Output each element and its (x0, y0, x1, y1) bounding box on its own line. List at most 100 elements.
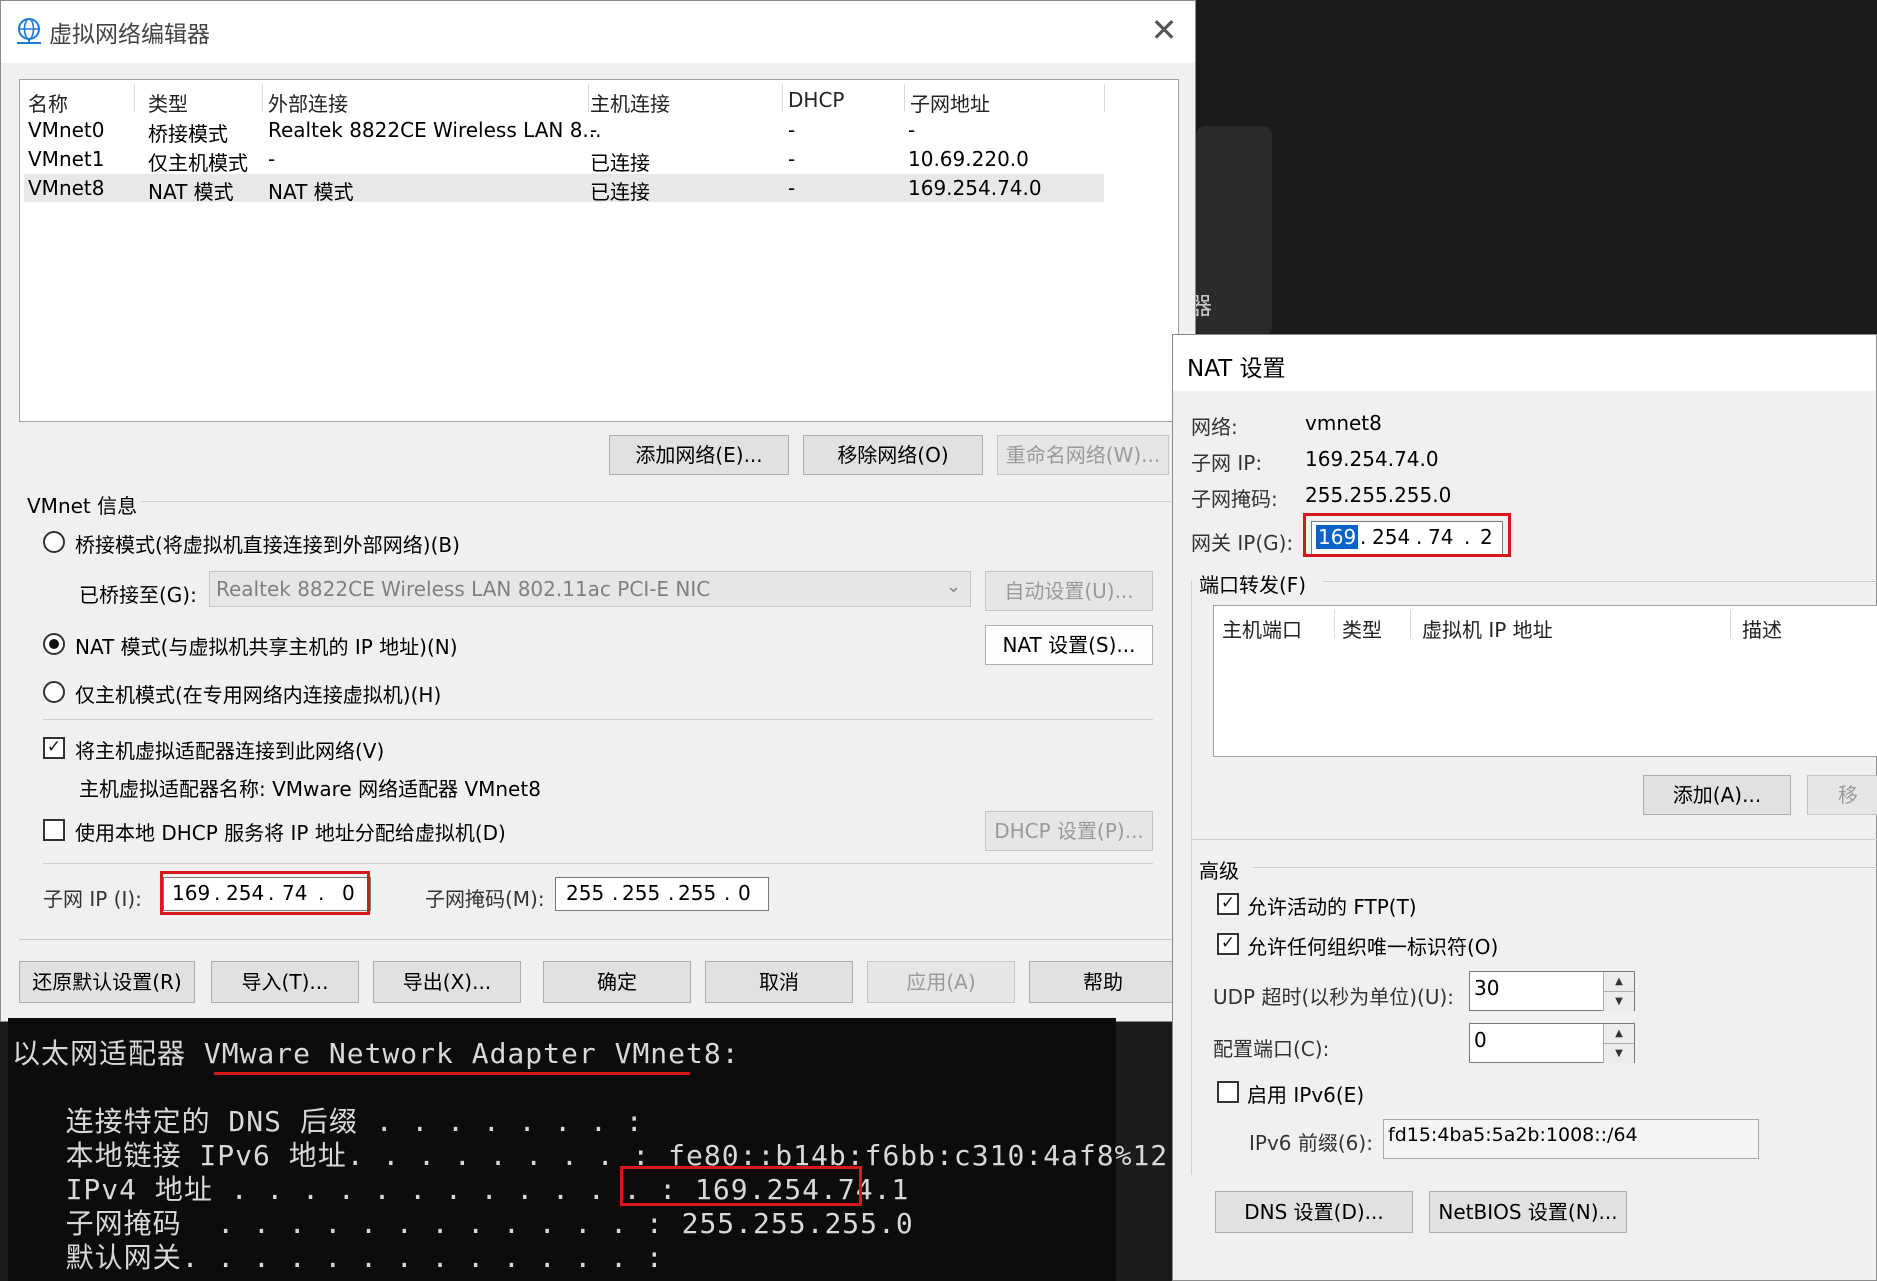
globe-icon (17, 18, 41, 44)
table-cell[interactable]: 桥接模式 (148, 118, 228, 147)
spin-up-icon[interactable]: ▲ (1603, 972, 1634, 991)
column-divider (1334, 610, 1335, 638)
table-cell[interactable]: VMnet8 (28, 176, 104, 200)
bridged-to-value: Realtek 8822CE Wireless LAN 802.11ac PCI… (216, 577, 711, 601)
remove-network-button[interactable]: 移除网络(O) (803, 435, 983, 475)
port-forwarding-list[interactable]: 主机端口 类型 虚拟机 IP 地址 描述 (1213, 605, 1877, 757)
group-divider (141, 501, 1171, 502)
column-divider (262, 84, 263, 112)
rename-network-button[interactable]: 重命名网络(W)... (997, 435, 1169, 475)
allow-oui-checkbox[interactable]: ✓ (1217, 933, 1239, 955)
adapter-name-text: 主机虚拟适配器名称: VMware 网络适配器 VMnet8 (79, 777, 541, 801)
config-port-input[interactable]: 0 ▲ ▼ (1469, 1023, 1635, 1063)
cancel-button[interactable]: 取消 (705, 961, 853, 1003)
spin-down-icon[interactable]: ▼ (1603, 1043, 1634, 1063)
table-cell[interactable]: 仅主机模式 (148, 147, 248, 176)
allow-ftp-checkbox[interactable]: ✓ (1217, 893, 1239, 915)
auto-settings-button[interactable]: 自动设置(U)... (985, 571, 1153, 611)
vmnet-info-heading: VMnet 信息 (27, 494, 138, 518)
gateway-ip-label: 网关 IP(G): (1191, 531, 1294, 555)
table-cell[interactable]: 169.254.74.0 (908, 176, 1042, 200)
column-header-type[interactable]: 类型 (1342, 614, 1382, 643)
nat-settings-button[interactable]: NAT 设置(S)... (985, 625, 1153, 665)
table-cell[interactable]: 已连接 (590, 176, 650, 205)
column-header-vm-ip[interactable]: 虚拟机 IP 地址 (1422, 614, 1553, 643)
table-cell[interactable]: 已连接 (590, 147, 650, 176)
table-cell[interactable]: Realtek 8822CE Wireless LAN 8... (268, 118, 602, 142)
restore-defaults-button[interactable]: 还原默认设置(R) (19, 961, 195, 1003)
column-header-name[interactable]: 名称 (28, 88, 68, 117)
bridge-mode-radio[interactable] (43, 531, 65, 553)
column-header-external[interactable]: 外部连接 (268, 88, 348, 117)
subnet-mask-input[interactable]: 255 . 255 . 255 . 0 (555, 877, 769, 911)
udp-timeout-input[interactable]: 30 ▲ ▼ (1469, 971, 1635, 1011)
subnet-ip-label: 子网 IP (I): (43, 887, 142, 911)
ipv6-prefix-value: fd15:4ba5:5a2b:1008::/64 (1388, 1124, 1638, 1146)
netbios-settings-button[interactable]: NetBIOS 设置(N)... (1429, 1191, 1627, 1233)
chevron-down-icon: ⌄ (946, 576, 962, 597)
nat-mode-label[interactable]: NAT 模式(与虚拟机共享主机的 IP 地址)(N) (75, 631, 458, 660)
table-cell[interactable]: NAT 模式 (148, 176, 234, 205)
remove-port-button[interactable]: 移除 (1807, 775, 1877, 815)
table-cell[interactable]: VMnet1 (28, 147, 104, 171)
add-network-button[interactable]: 添加网络(E)... (609, 435, 789, 475)
bridged-to-select[interactable]: Realtek 8822CE Wireless LAN 802.11ac PCI… (209, 571, 971, 607)
column-divider (904, 84, 905, 112)
network-value: vmnet8 (1305, 411, 1382, 435)
radio-selected-dot (49, 639, 59, 649)
subnet-mask-value: 255.255.255.0 (1305, 483, 1452, 507)
column-header-dhcp[interactable]: DHCP (788, 88, 844, 112)
table-cell[interactable]: - (788, 176, 795, 200)
subnet-ip-label: 子网 IP: (1191, 451, 1263, 475)
add-port-button[interactable]: 添加(A)... (1643, 775, 1791, 815)
ip-octet: 255 (622, 881, 661, 905)
group-divider (1253, 867, 1877, 868)
connect-adapter-checkbox[interactable]: ✓ (43, 737, 65, 759)
dhcp-settings-button[interactable]: DHCP 设置(P)... (985, 811, 1153, 851)
table-cell[interactable]: - (268, 147, 275, 171)
ipv6-prefix-input[interactable]: fd15:4ba5:5a2b:1008::/64 (1383, 1119, 1759, 1159)
allow-ftp-label[interactable]: 允许活动的 FTP(T) (1247, 891, 1417, 920)
dhcp-checkbox[interactable] (43, 819, 65, 841)
dhcp-label[interactable]: 使用本地 DHCP 服务将 IP 地址分配给虚拟机(D) (75, 817, 506, 846)
table-cell[interactable]: - (908, 118, 915, 142)
table-cell[interactable]: - (788, 118, 795, 142)
table-cell[interactable]: NAT 模式 (268, 176, 354, 205)
export-button[interactable]: 导出(X)... (373, 961, 521, 1003)
config-port-value: 0 (1474, 1028, 1487, 1052)
enable-ipv6-label[interactable]: 启用 IPv6(E) (1247, 1079, 1364, 1108)
close-icon[interactable]: ✕ (1149, 11, 1179, 49)
connect-adapter-label[interactable]: 将主机虚拟适配器连接到此网络(V) (75, 735, 384, 764)
ok-button[interactable]: 确定 (543, 961, 691, 1003)
bridge-mode-label[interactable]: 桥接模式(将虚拟机直接连接到外部网络)(B) (75, 529, 460, 558)
dns-settings-button[interactable]: DNS 设置(D)... (1215, 1191, 1413, 1233)
table-cell[interactable]: - (788, 147, 795, 171)
group-divider (1323, 581, 1877, 582)
column-header-host-port[interactable]: 主机端口 (1222, 614, 1302, 643)
import-button[interactable]: 导入(T)... (211, 961, 359, 1003)
highlight-box (160, 871, 370, 915)
host-only-radio[interactable] (43, 681, 65, 703)
host-only-label[interactable]: 仅主机模式(在专用网络内连接虚拟机)(H) (75, 679, 441, 708)
table-cell[interactable]: VMnet0 (28, 118, 104, 142)
ip-octet: 0 (738, 881, 751, 905)
help-button[interactable]: 帮助 (1029, 961, 1177, 1003)
console-header: 以太网适配器 VMware Network Adapter VMnet8: (12, 1032, 740, 1072)
table-cell[interactable]: 10.69.220.0 (908, 147, 1029, 171)
column-header-type[interactable]: 类型 (148, 88, 188, 117)
column-header-host[interactable]: 主机连接 (590, 88, 670, 117)
apply-button[interactable]: 应用(A) (867, 961, 1015, 1003)
allow-oui-label[interactable]: 允许任何组织唯一标识符(O) (1247, 931, 1498, 960)
title-bar: 虚拟网络编辑器 ✕ (1, 1, 1195, 63)
spin-up-icon[interactable]: ▲ (1603, 1024, 1634, 1043)
table-cell[interactable]: - (590, 118, 597, 142)
column-divider (1410, 610, 1411, 638)
nat-mode-radio[interactable] (43, 633, 65, 655)
column-header-description[interactable]: 描述 (1742, 614, 1782, 643)
window-title: 虚拟网络编辑器 (49, 22, 210, 48)
network-list[interactable]: 名称 类型 外部连接 主机连接 DHCP 子网地址 VMnet0 桥接模式 Re… (19, 79, 1179, 422)
enable-ipv6-checkbox[interactable] (1217, 1081, 1239, 1103)
column-header-subnet[interactable]: 子网地址 (910, 88, 990, 117)
spin-down-icon[interactable]: ▼ (1603, 991, 1634, 1011)
subnet-ip-value: 169.254.74.0 (1305, 447, 1439, 471)
